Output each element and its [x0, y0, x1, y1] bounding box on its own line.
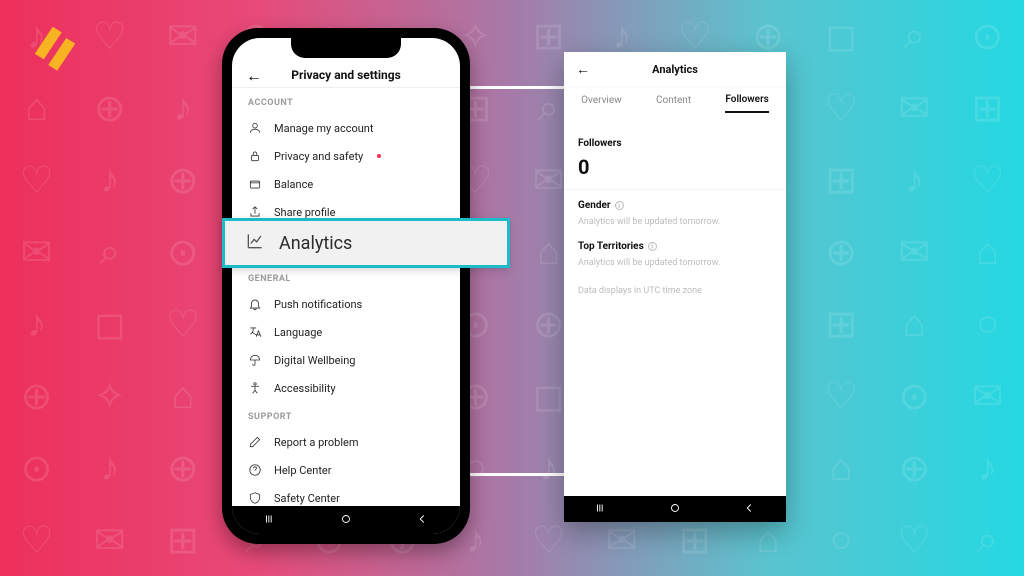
- nav-recent-icon[interactable]: [263, 511, 277, 530]
- section-support: SUPPORT: [232, 402, 460, 428]
- territories-update-msg: Analytics will be updated tomorrow.: [578, 258, 772, 268]
- analytics-tabs: Overview Content Followers: [564, 88, 786, 118]
- nav-back-icon[interactable]: [415, 511, 429, 530]
- analytics-icon: [245, 231, 265, 255]
- language-icon: [248, 325, 262, 339]
- followers-label: Followers: [578, 138, 772, 149]
- tab-overview[interactable]: Overview: [581, 95, 622, 112]
- item-privacy-safety[interactable]: Privacy and safety: [232, 142, 460, 170]
- item-digital-wellbeing[interactable]: Digital Wellbeing: [232, 346, 460, 374]
- help-icon: [248, 463, 262, 477]
- android-nav-bar: [564, 496, 786, 522]
- wallet-icon: [248, 177, 262, 191]
- android-nav-bar: [232, 506, 460, 534]
- item-push-notifications[interactable]: Push notifications: [232, 290, 460, 318]
- back-arrow-icon[interactable]: ←: [576, 61, 590, 78]
- item-label: Share profile: [274, 206, 335, 219]
- analytics-highlight[interactable]: Analytics: [222, 218, 510, 268]
- edit-icon: [248, 435, 262, 449]
- phone-notch: [291, 38, 401, 58]
- analytics-title: Analytics: [652, 63, 698, 76]
- phone-analytics: ← Analytics Overview Content Followers F…: [564, 52, 786, 522]
- item-report-problem[interactable]: Report a problem: [232, 428, 460, 456]
- settings-title: Privacy and settings: [291, 68, 401, 82]
- followers-count: 0: [578, 155, 772, 179]
- item-label: Balance: [274, 178, 313, 191]
- item-label: Accessibility: [274, 382, 336, 395]
- info-icon: i: [648, 242, 657, 251]
- nav-home-icon[interactable]: [339, 511, 353, 530]
- divider: [564, 189, 786, 190]
- nav-home-icon[interactable]: [668, 501, 682, 518]
- item-label: Language: [274, 326, 322, 339]
- item-manage-account[interactable]: Manage my account: [232, 114, 460, 142]
- item-language[interactable]: Language: [232, 318, 460, 346]
- item-label: Privacy and safety: [274, 150, 363, 163]
- analytics-label: Analytics: [279, 233, 352, 254]
- nav-recent-icon[interactable]: [594, 501, 608, 518]
- gender-update-msg: Analytics will be updated tomorrow.: [578, 217, 772, 227]
- gender-label: Genderi: [578, 200, 772, 211]
- utc-note: Data displays in UTC time zone: [578, 286, 772, 296]
- item-label: Safety Center: [274, 492, 340, 505]
- item-label: Push notifications: [274, 298, 362, 311]
- item-balance[interactable]: Balance: [232, 170, 460, 198]
- notification-dot-icon: [377, 154, 381, 158]
- item-label: Report a problem: [274, 436, 359, 449]
- info-icon: i: [615, 201, 624, 210]
- item-label: Manage my account: [274, 122, 373, 135]
- item-label: Digital Wellbeing: [274, 354, 355, 367]
- territories-label: Top Territoriesi: [578, 241, 772, 252]
- nav-back-icon[interactable]: [742, 501, 756, 518]
- back-arrow-icon[interactable]: ←: [246, 66, 262, 86]
- accessibility-icon: [248, 381, 262, 395]
- analytics-header: ← Analytics: [564, 52, 786, 88]
- umbrella-icon: [248, 353, 262, 367]
- lock-icon: [248, 149, 262, 163]
- tab-content[interactable]: Content: [656, 95, 691, 112]
- bell-icon: [248, 297, 262, 311]
- shield-icon: [248, 491, 262, 505]
- tab-followers[interactable]: Followers: [725, 94, 768, 113]
- item-help-center[interactable]: Help Center: [232, 456, 460, 484]
- brand-logo: [28, 20, 82, 74]
- item-label: Help Center: [274, 464, 332, 477]
- user-icon: [248, 121, 262, 135]
- section-account: ACCOUNT: [232, 88, 460, 114]
- item-accessibility[interactable]: Accessibility: [232, 374, 460, 402]
- phone-settings: ← Privacy and settings ACCOUNT Manage my…: [222, 28, 470, 544]
- share-icon: [248, 205, 262, 219]
